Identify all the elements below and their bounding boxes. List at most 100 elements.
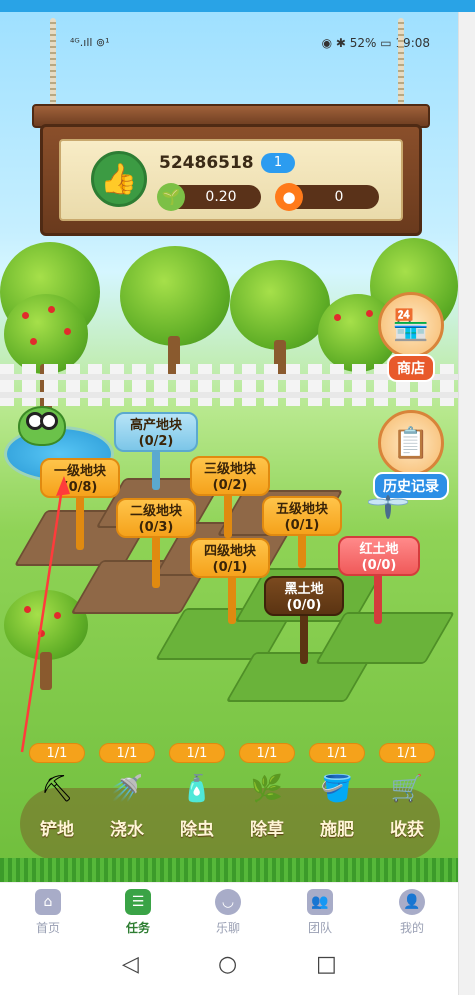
fence-rail-bottom [0, 392, 458, 398]
plot-count: (0/1) [212, 560, 248, 575]
status-right: ◉ ✱ 52% ▭ 19:08 [321, 36, 430, 50]
shop-label: 商店 [387, 354, 435, 382]
profile-panel: 👍 52486518 1 🌱 0.20 ● 0 [59, 139, 403, 221]
team-icon: 👥 [307, 889, 333, 915]
chat-icon: ◡ [215, 889, 241, 915]
back-triangle-icon[interactable]: ◁ [122, 952, 139, 977]
tool-name: 施肥 [320, 820, 354, 840]
tool-name: 收获 [390, 820, 424, 840]
nav-home[interactable]: ⌂ 首页 [18, 889, 78, 936]
post-black [300, 608, 308, 664]
plot-count: (0/8) [62, 480, 98, 495]
grass-border [0, 858, 458, 882]
tool-name: 除草 [250, 820, 284, 840]
harvest-cart-icon: 🛒 [390, 774, 424, 804]
plot-name: 三级地块 [203, 462, 256, 477]
orange-fruit-icon: ● [275, 183, 303, 211]
system-nav-bar: ◁ ○ □ [0, 944, 458, 995]
plot-count: (0/3) [138, 520, 174, 535]
tool-harvest[interactable]: 1/1 🛒 收获 [372, 742, 442, 840]
tool-count: 1/1 [309, 743, 365, 763]
plot-name: 五级地块 [275, 502, 328, 517]
tool-water[interactable]: 1/1 🚿 浇水 [92, 742, 162, 840]
nav-label: 我的 [399, 921, 424, 935]
nav-profile[interactable]: 👤 我的 [382, 889, 442, 936]
task-icon: ☰ [125, 889, 151, 915]
home-circle-icon[interactable]: ○ [218, 952, 237, 977]
tool-count: 1/1 [99, 743, 155, 763]
nav-team[interactable]: 👥 团队 [290, 889, 350, 936]
watering-can-icon: 🚿 [110, 774, 144, 804]
plot-name: 高产地块 [129, 418, 182, 433]
post-high [152, 450, 160, 490]
bottom-nav: ⌂ 首页 ☰ 任务 ◡ 乐聊 👥 团队 👤 我的 [0, 882, 458, 944]
plot-name: 二级地块 [129, 504, 182, 519]
dragonfly-icon [368, 495, 408, 519]
nav-label: 乐聊 [215, 921, 240, 935]
user-id: 52486518 [159, 153, 254, 173]
plot-count: (0/0) [361, 558, 397, 573]
weed-icon: 🌿 [250, 774, 284, 804]
plot-sign-red-soil[interactable]: 红土地 (0/0) [338, 536, 420, 576]
tool-count: 1/1 [239, 743, 295, 763]
tool-shovel[interactable]: 1/1 ⛏ 铲地 [22, 742, 92, 840]
sprout-icon: 🌱 [157, 183, 185, 211]
nav-label: 首页 [35, 921, 60, 935]
clipboard-icon: 📋 [378, 410, 444, 476]
post-red [374, 568, 382, 624]
plot-count: (0/0) [286, 598, 322, 613]
tool-name: 铲地 [40, 820, 74, 840]
plot-name: 四级地块 [203, 544, 256, 559]
tool-fertilize[interactable]: 1/1 🪣 施肥 [302, 742, 372, 840]
shop-icon: 🏪 [378, 292, 444, 358]
plot-count: (0/2) [138, 434, 174, 449]
farm-game-scene: ⁴ᴳ.ıll ⊚¹ ◉ ✱ 52% ▭ 19:08 👍 52486518 1 🌱… [0, 12, 458, 882]
plot-sign-black-soil[interactable]: 黑土地 (0/0) [264, 576, 344, 616]
tool-count: 1/1 [379, 743, 435, 763]
tool-count: 1/1 [29, 743, 85, 763]
profile-sign: 👍 52486518 1 🌱 0.20 ● 0 [40, 124, 422, 236]
shop-button[interactable]: 🏪 商店 [372, 292, 450, 382]
plot-sign-level-3[interactable]: 三级地块 (0/2) [190, 456, 270, 496]
sign-rope-left [50, 18, 56, 114]
home-icon: ⌂ [35, 889, 61, 915]
plot-sign-level-1[interactable]: 一级地块 (0/8) [40, 458, 120, 498]
post-lvl2 [152, 532, 160, 588]
plot-count: (0/2) [212, 478, 248, 493]
top-accent-bar [0, 0, 475, 12]
shovel-icon: ⛏ [40, 774, 74, 804]
sign-rope-right [398, 18, 404, 114]
plot-name: 黑土地 [284, 582, 324, 597]
plot-name: 一级地块 [53, 464, 106, 479]
fruit-value: 0 [334, 189, 344, 205]
frog-icon [18, 406, 66, 446]
plot-name: 红土地 [359, 542, 399, 557]
tool-name: 除虫 [180, 820, 214, 840]
nav-label: 团队 [307, 921, 332, 935]
status-bar: ⁴ᴳ.ıll ⊚¹ ◉ ✱ 52% ▭ 19:08 [0, 36, 458, 56]
plot-sign-high-yield[interactable]: 高产地块 (0/2) [114, 412, 198, 452]
tool-debug[interactable]: 1/1 🧴 除虫 [162, 742, 232, 840]
plot-sign-level-5[interactable]: 五级地块 (0/1) [262, 496, 342, 536]
fruit-balance: ● 0 [275, 183, 379, 211]
signal-indicator: ⁴ᴳ.ıll ⊚¹ [70, 36, 110, 49]
tool-count: 1/1 [169, 743, 225, 763]
profile-icon: 👤 [399, 889, 425, 915]
thumbs-up-icon: 👍 [91, 151, 147, 207]
seed-balance: 🌱 0.20 [157, 183, 261, 211]
history-button[interactable]: 📋 历史记录 [368, 410, 454, 500]
seed-value: 0.20 [205, 189, 237, 205]
bug-spray-icon: 🧴 [180, 774, 214, 804]
plot-sign-level-2[interactable]: 二级地块 (0/3) [116, 498, 196, 538]
nav-tasks[interactable]: ☰ 任务 [108, 889, 168, 936]
tool-weed[interactable]: 1/1 🌿 除草 [232, 742, 302, 840]
level-badge: 1 [261, 153, 295, 173]
plot-count: (0/1) [284, 518, 320, 533]
scrollbar-track[interactable] [458, 12, 475, 995]
tree-2 [120, 246, 230, 376]
tool-name: 浇水 [110, 820, 144, 840]
tree-3 [230, 260, 330, 380]
nav-chat[interactable]: ◡ 乐聊 [198, 889, 258, 936]
recents-square-icon[interactable]: □ [316, 952, 337, 977]
plot-sign-level-4[interactable]: 四级地块 (0/1) [190, 538, 270, 578]
